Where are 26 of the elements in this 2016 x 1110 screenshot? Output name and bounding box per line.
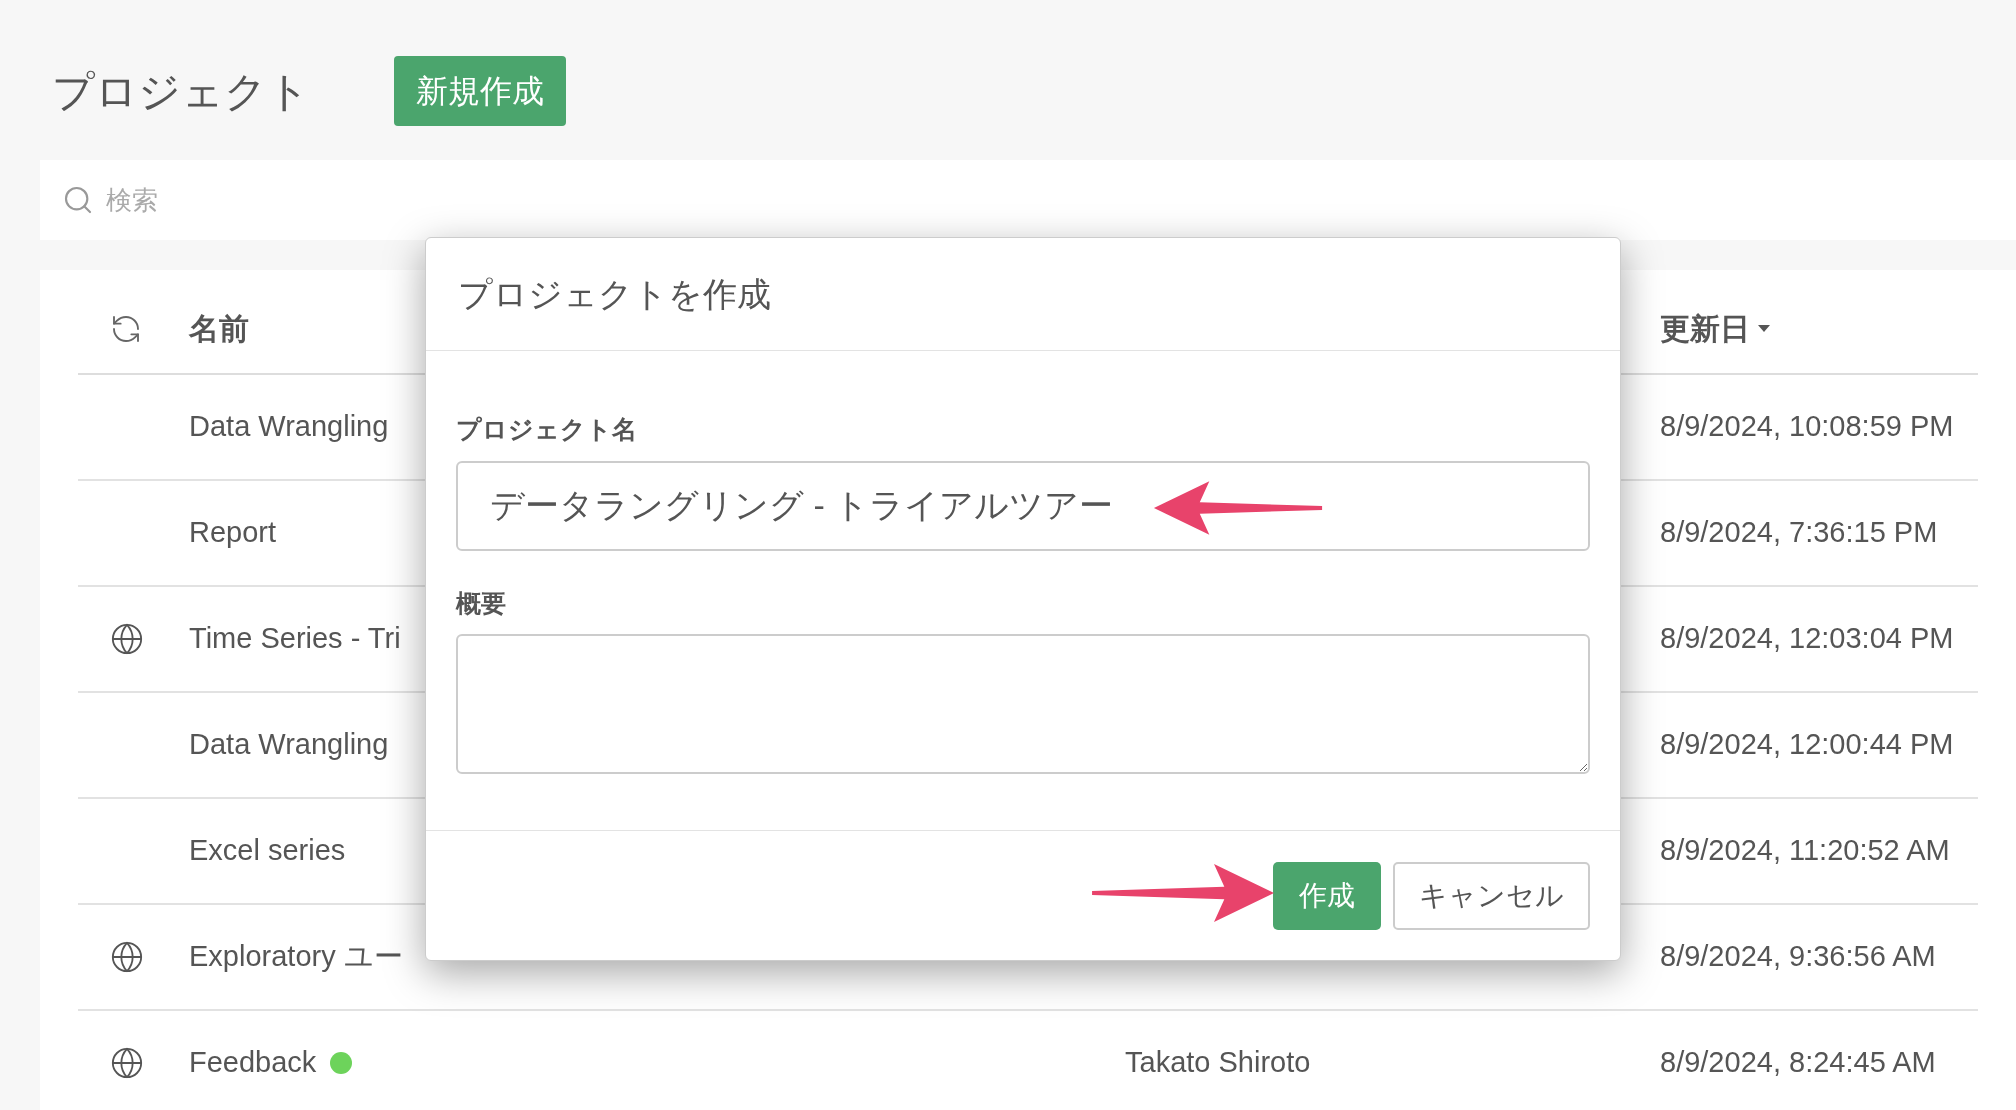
field-label: 概要 bbox=[456, 587, 507, 619]
updated-date: 8/9/2024, 7:36:15 PM bbox=[1660, 515, 1938, 551]
project-name[interactable]: Data Wrangling bbox=[189, 723, 389, 767]
search-field[interactable]: 検索 bbox=[106, 180, 706, 220]
column-header[interactable]: 更新日 bbox=[1660, 306, 1770, 351]
updated-date: 8/9/2024, 12:00:44 PM bbox=[1660, 727, 1954, 763]
dialog-title: プロジェクトを作成 bbox=[458, 273, 771, 315]
sort-caret-icon bbox=[1758, 325, 1770, 332]
owner-name: Takato Shiroto bbox=[1125, 1046, 1311, 1079]
project-name[interactable]: Excel series bbox=[189, 829, 346, 873]
updated-date: 8/9/2024, 8:24:45 AM bbox=[1660, 1045, 1936, 1081]
updated-date: 8/9/2024, 11:20:52 AM bbox=[1660, 833, 1950, 869]
updated-date: 8/9/2024, 9:36:56 AM bbox=[1660, 939, 1936, 975]
search-icon bbox=[62, 184, 94, 216]
updated-date: 8/9/2024, 12:03:04 PM bbox=[1660, 621, 1954, 657]
project-name[interactable]: Data Wrangling bbox=[189, 405, 389, 449]
project-name[interactable]: Report bbox=[189, 511, 277, 555]
description-field[interactable] bbox=[456, 634, 1590, 774]
project-name-field[interactable]: データラングリング - トライアルツアー bbox=[456, 460, 1590, 551]
project-name[interactable]: Exploratory ユー bbox=[189, 935, 403, 979]
field-label: プロジェクト名 bbox=[456, 414, 638, 445]
page-title: プロジェクト bbox=[52, 66, 310, 117]
project-name[interactable]: Time Series - Tri bbox=[189, 617, 401, 661]
project-name[interactable]: Feedback bbox=[189, 1041, 317, 1085]
cancel-button[interactable]: キャンセル bbox=[1393, 861, 1590, 930]
updated-date: 8/9/2024, 10:08:59 PM bbox=[1660, 409, 1954, 445]
